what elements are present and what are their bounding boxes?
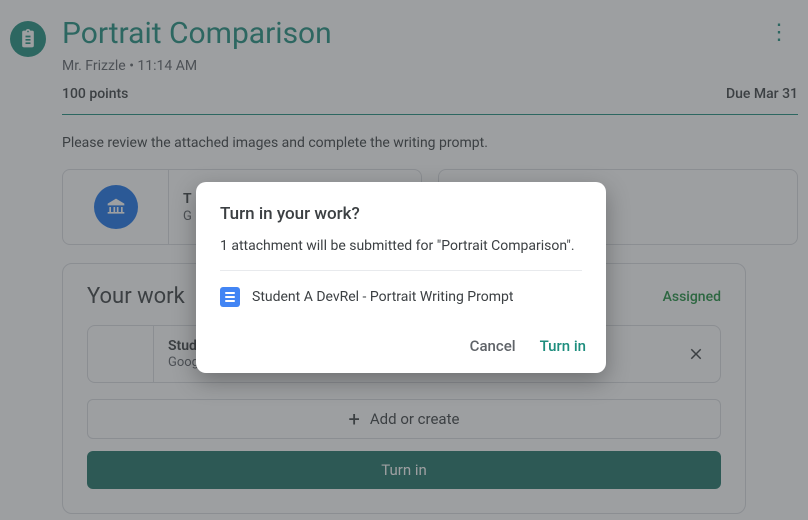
dialog-body: 1 attachment will be submitted for "Port…	[196, 238, 606, 270]
turn-in-dialog: Turn in your work? 1 attachment will be …	[196, 182, 606, 373]
dialog-turn-in-button[interactable]: Turn in	[540, 337, 586, 355]
dialog-file-row: Student A DevRel - Portrait Writing Prom…	[196, 271, 606, 325]
google-docs-icon	[220, 287, 240, 307]
dialog-title: Turn in your work?	[196, 204, 606, 238]
cancel-button[interactable]: Cancel	[470, 337, 516, 355]
dialog-actions: Cancel Turn in	[196, 325, 606, 359]
dialog-file-name: Student A DevRel - Portrait Writing Prom…	[252, 289, 513, 305]
